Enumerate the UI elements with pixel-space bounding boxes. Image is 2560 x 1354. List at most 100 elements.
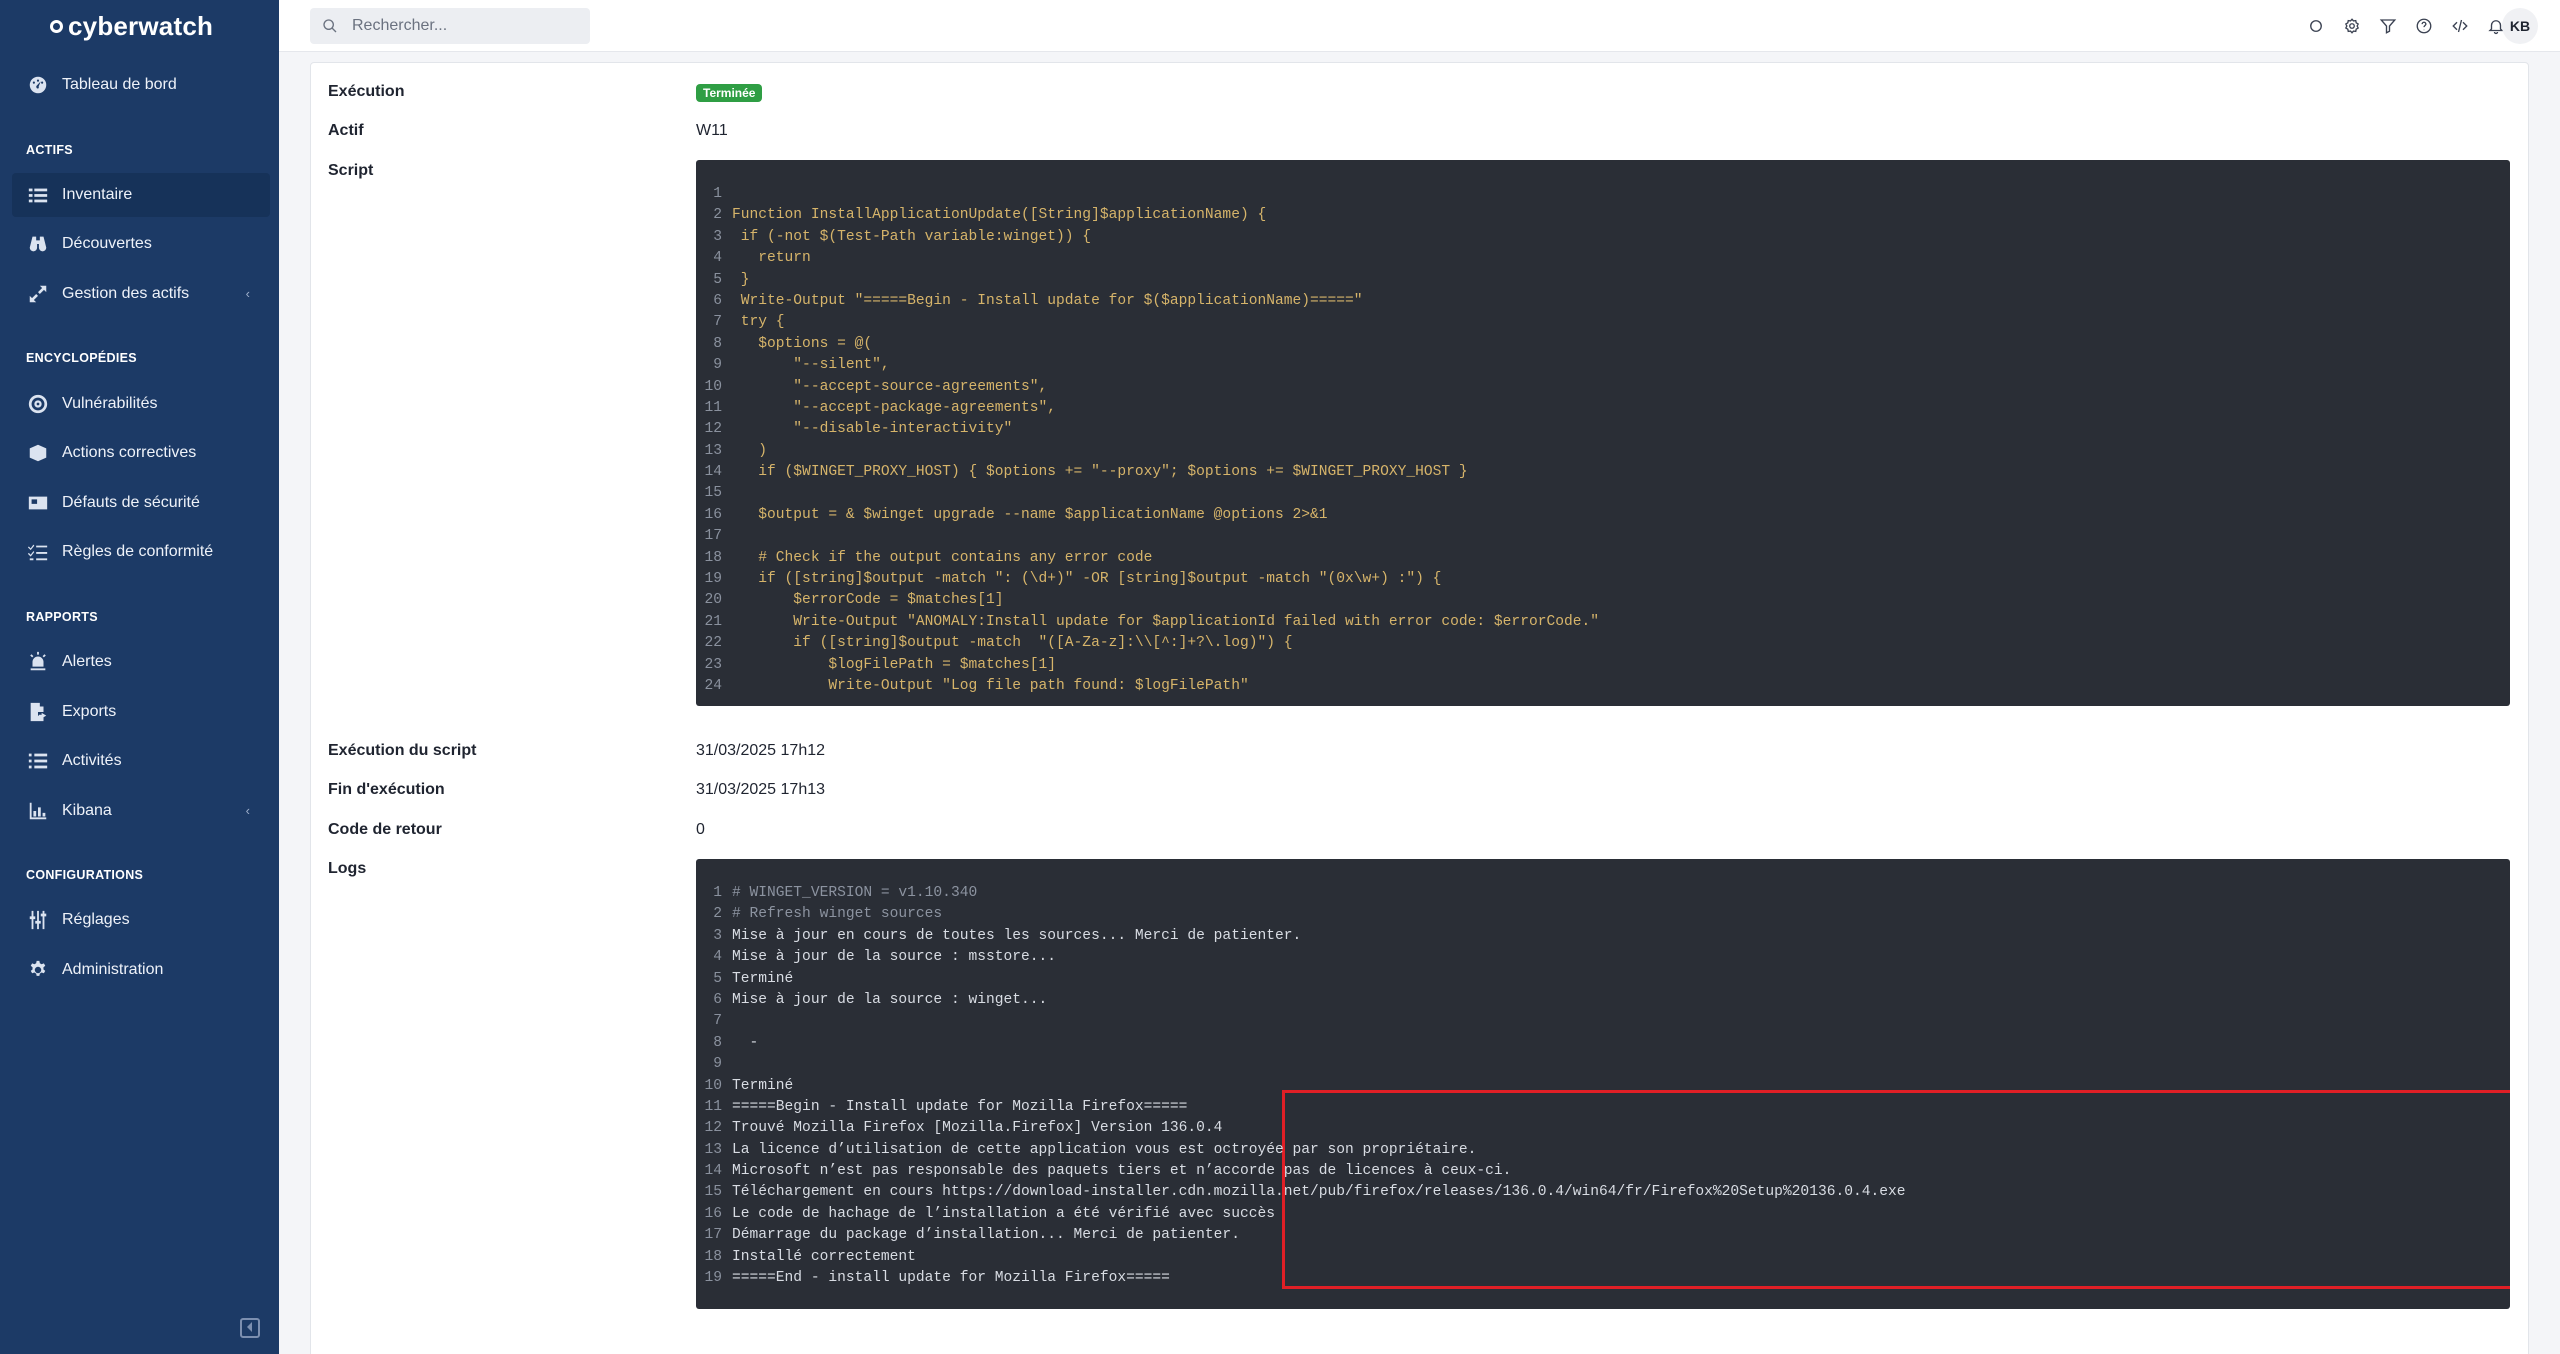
script-label: Script [328, 162, 374, 179]
script-exec-value: 31/03/2025 17h12 [696, 742, 826, 759]
circle-icon[interactable] [2304, 14, 2328, 38]
end-exec-label: Fin d'exécution [328, 781, 445, 798]
sidebar-item-regles-conformite[interactable]: Règles de conformité [12, 530, 270, 574]
brand-logo[interactable]: cyberwatch [50, 10, 213, 42]
script-line: 16 $output = & $winget upgrade --name $a… [696, 505, 2510, 526]
sidebar-item-label: Défauts de sécurité [62, 494, 200, 511]
sidebar-item-activites[interactable]: Activités [12, 739, 270, 783]
sidebar-item-defauts-securite[interactable]: Défauts de sécurité [12, 481, 270, 525]
dashboard-icon [26, 73, 50, 97]
line-number: 2 [713, 207, 722, 224]
script-line: 4 return [696, 248, 2510, 269]
logs-code-block: 1 # WINGET_VERSION = v1.10.340 2 # Refresh … [696, 859, 2510, 1309]
line-number: 18 [704, 1248, 722, 1265]
log-line: 13 La licence d’utilisation de cette appl… [696, 1140, 2510, 1161]
log-line: 5 Terminé [696, 969, 2510, 990]
line-number: 6 [713, 292, 722, 309]
script-line: 15 [696, 483, 2510, 504]
collapse-sidebar-icon[interactable] [240, 1318, 260, 1338]
sidebar-item-alertes[interactable]: Alertes [12, 640, 270, 684]
script-line: 13 ) [696, 441, 2510, 462]
code-text: Terminé [732, 1077, 794, 1094]
sidebar-item-inventaire[interactable]: Inventaire [12, 173, 270, 217]
code-text: - [732, 1034, 759, 1051]
sidebar-item-label: Tableau de bord [62, 76, 177, 93]
search-box[interactable] [310, 8, 590, 44]
settings-icon[interactable] [2340, 14, 2364, 38]
sidebar-item-exports[interactable]: Exports [12, 690, 270, 734]
line-number: 21 [704, 613, 722, 630]
avatar[interactable]: KB [2502, 8, 2538, 44]
asset-value[interactable]: W11 [696, 122, 728, 140]
file-export-icon [26, 700, 50, 724]
code-text: # Check if the output contains any error… [732, 549, 1153, 566]
code-text: return [732, 250, 811, 267]
log-line: 4 Mise à jour de la source : msstore... [696, 947, 2510, 968]
target-icon [26, 392, 50, 416]
line-number: 1 [713, 885, 722, 901]
sidebar-item-label: Découvertes [62, 235, 152, 252]
script-exec-label: Exécution du script [328, 742, 477, 759]
sidebar-item-label: Règles de conformité [62, 543, 214, 560]
line-number: 5 [713, 970, 722, 987]
section-title-encyclopedies: ENCYCLOPÉDIES [26, 351, 137, 365]
gear-icon [26, 958, 50, 982]
line-number: 17 [704, 528, 722, 545]
sidebar-item-decouvertes[interactable]: Découvertes [12, 222, 270, 266]
sidebar-item-administration[interactable]: Administration [12, 948, 270, 992]
script-line: 5 } [696, 270, 2510, 291]
list-icon [26, 183, 50, 207]
sidebar-item-vulnerabilites[interactable]: Vulnérabilités [12, 382, 270, 426]
line-number: 5 [713, 271, 722, 288]
code-text: =====Begin - Install update for Mozilla … [732, 1098, 1188, 1115]
expand-icon [26, 282, 50, 306]
code-text: Terminé [732, 970, 794, 987]
line-number: 23 [704, 656, 722, 673]
line-number: 7 [713, 1013, 722, 1030]
code-text: Mise à jour en cours de toutes les sourc… [732, 927, 1302, 944]
sidebar-item-label: Inventaire [62, 186, 133, 203]
sidebar-item-label: Gestion des actifs [62, 285, 190, 302]
line-number: 10 [704, 378, 722, 395]
log-line: 7 [696, 1011, 2510, 1032]
line-number: 18 [704, 549, 722, 566]
code-text: La licence d’utilisation de cette applic… [732, 1141, 1477, 1158]
sidebar-item-actions-correctives[interactable]: Actions correctives [12, 431, 270, 475]
log-line: 11 =====Begin - Install update for Mozill… [696, 1097, 2510, 1118]
code-text: Microsoft n’est pas responsable des paqu… [732, 1163, 1512, 1180]
code-icon[interactable] [2448, 14, 2472, 38]
script-line: 21 Write-Output "ANOMALY:Install update … [696, 612, 2510, 633]
log-line: 16 Le code de hachage de l’installation a… [696, 1204, 2510, 1225]
script-line: 24 Write-Output "Log file path found: $l… [696, 676, 2510, 697]
sidebar-item-kibana[interactable]: Kibana ‹ [12, 789, 270, 833]
sidebar-item-gestion-actifs[interactable]: Gestion des actifs ‹ [12, 272, 270, 316]
help-icon[interactable] [2412, 14, 2436, 38]
line-number: 9 [713, 357, 722, 374]
script-line: 17 [696, 526, 2510, 547]
line-number: 24 [704, 677, 722, 694]
script-line: 2 Function InstallApplicationUpdate([Stri… [696, 205, 2510, 226]
code-text: Démarrage du package d’installation... M… [732, 1227, 1240, 1244]
code-text: $output = & $winget upgrade --name $appl… [732, 506, 1328, 523]
sidebar-item-reglages[interactable]: Réglages [12, 898, 270, 942]
box-icon [26, 441, 50, 465]
code-text: try { [732, 314, 785, 331]
log-line: 6 Mise à jour de la source : winget... [696, 990, 2510, 1011]
return-code-label: Code de retour [328, 821, 442, 838]
code-text: =====End - install update for Mozilla Fi… [732, 1270, 1170, 1287]
activity-list-icon [26, 749, 50, 773]
code-text: "--accept-package-agreements", [732, 399, 1057, 416]
code-text: Mise à jour de la source : msstore... [732, 949, 1057, 966]
sidebar-item-dashboard[interactable]: Tableau de bord [12, 63, 270, 107]
execution-label: Exécution [328, 83, 405, 100]
line-number: 20 [704, 592, 722, 609]
search-input[interactable] [352, 17, 582, 35]
filter-icon[interactable] [2376, 14, 2400, 38]
code-text: Trouvé Mozilla Firefox [Mozilla.Firefox]… [732, 1120, 1223, 1137]
line-number: 13 [704, 442, 722, 459]
script-line: 18 # Check if the output contains any er… [696, 548, 2510, 569]
code-text: "--silent", [732, 357, 890, 374]
code-text: Function InstallApplicationUpdate([Strin… [732, 207, 1267, 224]
code-text: Write-Output "ANOMALY:Install update for… [732, 613, 1600, 630]
code-text: } [732, 271, 750, 288]
